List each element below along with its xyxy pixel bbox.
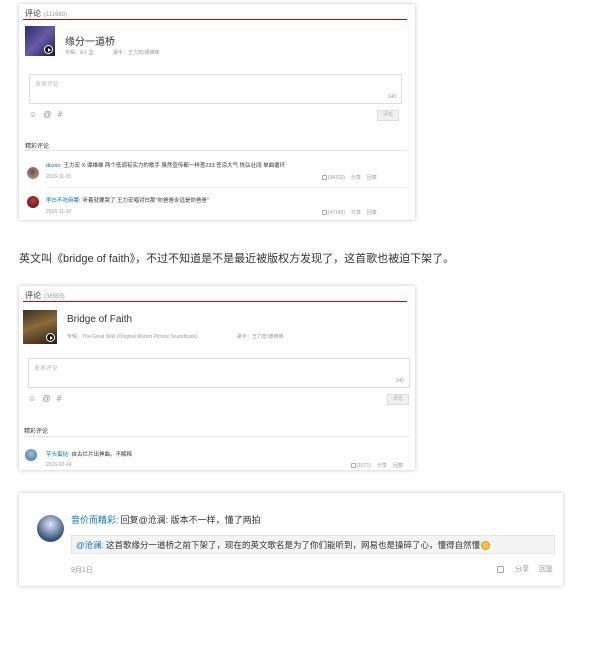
comment-actions: (47145) 分享 回复 — [321, 209, 377, 216]
comment-date: 9月1日 — [71, 567, 93, 574]
like-icon[interactable] — [350, 463, 356, 469]
comment-actions: (1671) 分享 回复 — [350, 462, 403, 469]
song-title[interactable]: 缘分一道桥 — [65, 33, 115, 48]
emoji-at-topic-icons[interactable]: ☺ @ # — [28, 394, 63, 403]
quoted-comment: @沧澜: 这首歌缘分一道桥之前下架了，现在的英文歌名是为了你们能听到，网易也是操碎… — [71, 535, 555, 554]
play-icon[interactable] — [46, 333, 55, 342]
like-icon[interactable] — [497, 565, 504, 573]
comment-input[interactable]: 发表评论 140 — [28, 358, 410, 388]
comment-count: (111663) — [44, 12, 68, 18]
like-count[interactable]: (47145) — [328, 210, 345, 216]
singer-label[interactable]: 歌手：王力宏/谭维维 — [113, 49, 159, 56]
album-label[interactable]: 专辑：The Great Wall (Original Motion Pictu… — [67, 333, 197, 340]
comment-text: 李白不吃麻薯: 听着就要哭了 王力宏唱对白那“你爸爸永远是你爸爸” — [46, 198, 209, 204]
submit-button[interactable]: 评论 — [387, 394, 409, 405]
featured-comments-title: 精彩评论 — [25, 144, 50, 150]
share-link[interactable]: 分享 — [377, 463, 387, 469]
comment-text: 音价而精彩: 回复@沧澜: 版本不一样，懂了两拍 — [71, 515, 261, 525]
song-title[interactable]: Bridge of Faith — [67, 314, 132, 325]
share-link[interactable]: 分享 — [515, 566, 529, 573]
play-icon[interactable] — [44, 45, 53, 54]
row-divider — [46, 187, 407, 188]
avatar[interactable] — [37, 515, 64, 542]
char-count: 140 — [387, 94, 396, 100]
comment-text: disois: 王力宏 X 谭维维 两个低调有实力的歌手 虽然宣传都一样差233 … — [46, 163, 286, 169]
heading-divider — [23, 301, 407, 302]
reply-card: 音价而精彩: 回复@沧澜: 版本不一样，懂了两拍 @沧澜: 这首歌缘分一道桥之前下架… — [19, 493, 563, 586]
emoji-at-topic-icons[interactable]: ☺ @ # — [29, 110, 64, 119]
comment-input[interactable]: 发表评论 140 — [29, 74, 402, 104]
comment-actions: (34102) 分享 回复 — [321, 174, 377, 181]
featured-comments-title: 精彩评论 — [24, 429, 49, 435]
submit-button[interactable]: 评论 — [377, 110, 399, 121]
comment-user[interactable]: 音价而精彩: — [71, 515, 119, 525]
avatar[interactable] — [25, 449, 37, 461]
avatar[interactable] — [27, 167, 39, 179]
comment-text: 芋头蛋挞: 自古烂片出神曲。不解释 — [46, 452, 133, 458]
singer-label[interactable]: 歌手：王力宏/谭维维 — [237, 333, 283, 340]
comment-count: (38555) — [44, 294, 65, 300]
album-cover[interactable] — [23, 310, 57, 344]
comment-card-1: 评论 (111663) 缘分一道桥 专辑：A.I. 篮 歌手：王力宏/谭维维 发表… — [19, 4, 415, 220]
album-cover[interactable] — [25, 26, 55, 56]
comment-date: 2016-11-15 — [46, 174, 72, 180]
char-count: 140 — [395, 378, 404, 384]
section-divider — [24, 436, 409, 437]
heading-divider — [23, 19, 407, 20]
like-icon[interactable] — [321, 210, 327, 216]
comment-date: 2016-02-14 — [46, 462, 72, 468]
album-label[interactable]: 专辑：A.I. 篮 — [65, 49, 94, 56]
avatar[interactable] — [27, 196, 39, 208]
comment-card-2: 评论 (38555) Bridge of Faith 专辑：The Great W… — [19, 286, 415, 470]
comment-user[interactable]: disois: — [46, 163, 62, 169]
like-count[interactable]: (34102) — [328, 175, 345, 181]
reply-link[interactable]: 回复 — [393, 463, 403, 469]
comment-actions: 分享 回复 — [497, 564, 553, 574]
comment-user[interactable]: 李白不吃麻薯: — [46, 198, 81, 204]
comment-date: 2016-11-16 — [46, 209, 72, 215]
quoted-user[interactable]: @沧澜: — [76, 540, 104, 550]
like-count[interactable]: (1671) — [357, 463, 371, 469]
share-link[interactable]: 分享 — [351, 175, 361, 181]
smile-emoji-icon — [481, 541, 491, 551]
comment-user[interactable]: 芋头蛋挞: — [46, 452, 70, 458]
section-divider — [25, 150, 407, 151]
reply-link[interactable]: 回复 — [367, 210, 377, 216]
article-caption: 英文叫《bridge of faith》，不过不知道是不是最近被版权方发现了，这… — [19, 253, 455, 265]
reply-link[interactable]: 回复 — [367, 175, 377, 181]
like-icon[interactable] — [321, 175, 327, 181]
reply-link[interactable]: 回复 — [539, 566, 553, 573]
comments-heading: 评论 (38555) — [25, 291, 65, 300]
share-link[interactable]: 分享 — [351, 210, 361, 216]
comments-heading: 评论 (111663) — [25, 9, 68, 18]
